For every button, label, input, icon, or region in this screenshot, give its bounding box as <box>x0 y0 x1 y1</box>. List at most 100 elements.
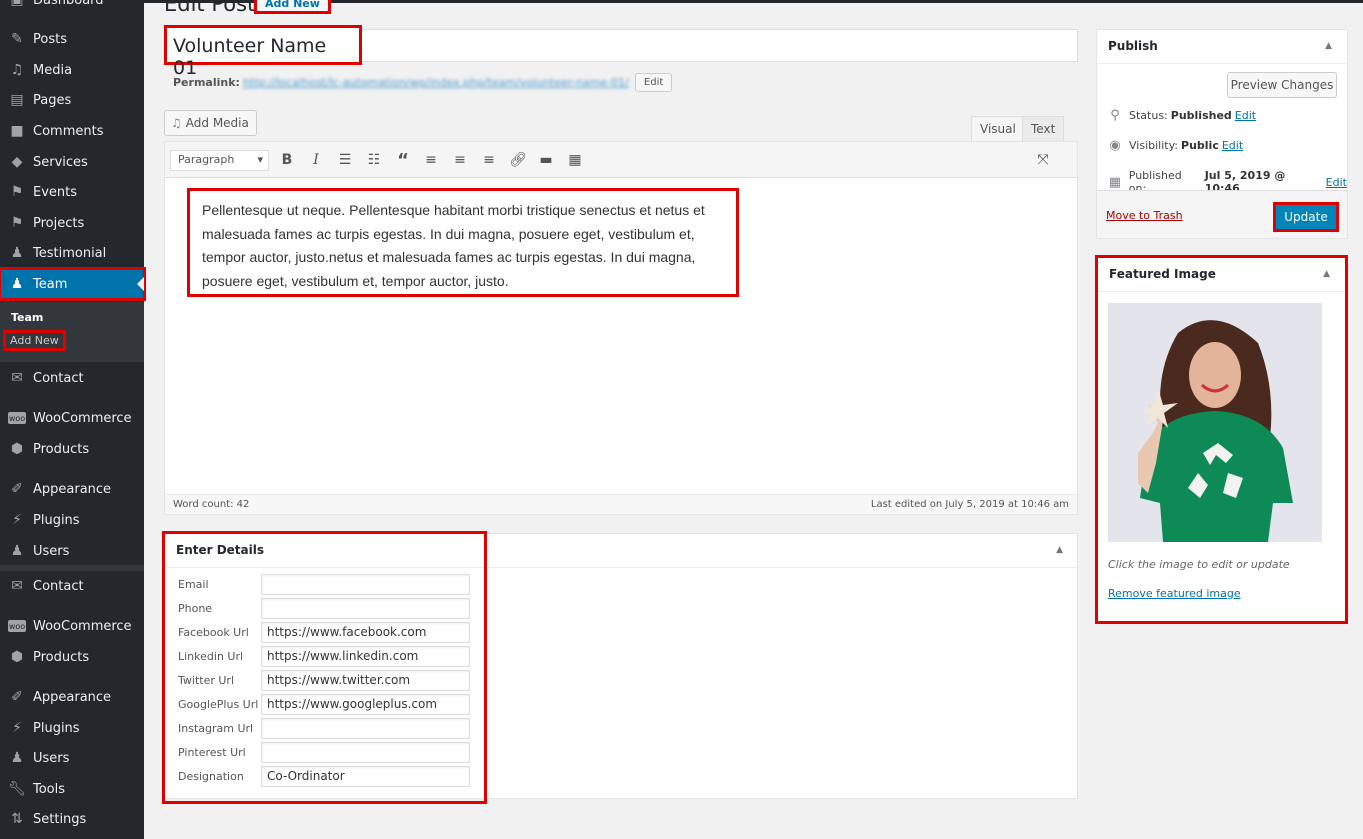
eye-icon: ◉ <box>1109 138 1121 153</box>
editor-status-bar: Word count: 42 Last edited on July 5, 20… <box>165 494 1077 514</box>
sidebar-item-posts[interactable]: ✎ Posts <box>0 24 144 54</box>
align-right-icon[interactable]: ≡ <box>478 150 500 170</box>
sidebar-item-woocommerce[interactable]: woo WooCommerce <box>0 403 144 433</box>
visibility-value: Public <box>1181 139 1219 152</box>
bold-icon[interactable]: B <box>276 150 298 170</box>
word-count: Word count: 42 <box>173 499 250 510</box>
sidebar-item-tools[interactable]: 🔧︎ Tools <box>0 774 144 804</box>
edit-date-link[interactable]: Edit <box>1326 176 1347 189</box>
sidebar-item-dashboard[interactable]: ▣ Dashboard <box>0 0 144 15</box>
woo-icon: woo <box>8 412 26 424</box>
edit-visibility-link[interactable]: Edit <box>1222 139 1243 152</box>
sidebar-item-woocommerce-2[interactable]: woo WooCommerce <box>0 611 144 641</box>
sidebar-item-services[interactable]: ◆ Services <box>0 147 144 177</box>
status-row: ⚲ Status: Published Edit <box>1106 108 1256 123</box>
pin-icon: ✎ <box>11 31 23 47</box>
sidebar-item-users[interactable]: ♟ Users <box>0 536 144 566</box>
italic-icon[interactable]: I <box>305 150 327 170</box>
sidebar-item-products[interactable]: ⬢ Products <box>0 434 144 464</box>
mail-icon: ✉ <box>11 370 23 386</box>
permalink-link[interactable]: http://localhost/lc-automation/wp/index.… <box>243 76 631 89</box>
sidebar-item-projects[interactable]: ⚑ Projects <box>0 208 144 238</box>
align-left-icon[interactable]: ≡ <box>420 150 442 170</box>
media-icon: ♫ <box>171 116 182 130</box>
sidebar-item-appearance[interactable]: ✐ Appearance <box>0 474 144 504</box>
link-icon[interactable]: 🔗︎ <box>507 150 529 170</box>
post-title-input[interactable]: Volunteer Name 01 <box>164 25 362 79</box>
sidebar-item-contact[interactable]: ✉ Contact <box>0 363 144 393</box>
sidebar-item-users-2[interactable]: ♟ Users <box>0 743 144 773</box>
fullscreen-icon[interactable]: ⤧ <box>1032 150 1054 170</box>
mortarboard-icon: ⚑ <box>10 184 24 200</box>
featured-image[interactable] <box>1108 303 1322 542</box>
publish-title: Publish <box>1108 39 1158 53</box>
sidebar-item-pages[interactable]: ▤ Pages <box>0 85 144 115</box>
publish-metabox: Publish ▲ Preview Changes ⚲ Status: Publi… <box>1096 29 1348 239</box>
add-media-button[interactable]: ♫ Add Media <box>164 110 257 136</box>
bullet-list-icon[interactable]: ☰ <box>334 150 356 170</box>
tag-icon: ◆ <box>11 154 23 170</box>
last-edited: Last edited on July 5, 2019 at 10:46 am <box>870 499 1069 510</box>
box-icon: ⬢ <box>10 649 24 665</box>
sidebar-item-contact-2[interactable]: ✉ Contact <box>0 571 144 601</box>
format-select[interactable]: Paragraph <box>170 150 269 171</box>
add-new-button[interactable]: Add New <box>254 0 331 14</box>
settings-icon: ⇅ <box>11 811 23 827</box>
permalink-edit-button[interactable]: Edit <box>634 73 673 92</box>
featured-image-title: Featured Image <box>1109 267 1216 281</box>
permalink-label: Permalink: <box>173 76 240 89</box>
paintbrush-icon: ✐ <box>11 689 23 705</box>
collapse-toggle-icon[interactable]: ▲ <box>1325 41 1332 51</box>
read-more-icon[interactable]: ▬ <box>535 150 557 170</box>
edit-status-link[interactable]: Edit <box>1235 109 1256 122</box>
wrench-icon: 🔧︎ <box>8 781 26 797</box>
sidebar-item-products-2[interactable]: ⬢ Products <box>0 642 144 672</box>
page-title: Edit Post <box>164 0 256 16</box>
user-icon: ♟ <box>10 750 24 766</box>
box-icon: ⬢ <box>10 441 24 457</box>
visibility-row: ◉ Visibility: Public Edit <box>1106 138 1243 153</box>
preview-changes-button[interactable]: Preview Changes <box>1227 72 1337 98</box>
sidebar-item-team[interactable]: ♟ Team <box>0 267 146 301</box>
plug-icon: ⚡ <box>12 512 22 528</box>
tab-visual[interactable]: Visual <box>971 116 1025 141</box>
submenu-team[interactable]: Team <box>11 311 43 324</box>
update-button[interactable]: Update <box>1273 202 1339 232</box>
collapse-toggle-icon[interactable]: ▲ <box>1323 269 1330 279</box>
toolbar-toggle-icon[interactable]: ▦ <box>564 150 586 170</box>
admin-sidebar: ▣ Dashboard ✎ Posts ♫ Media ▤ Pages ■ Comment… <box>0 0 146 839</box>
comment-icon: ■ <box>10 123 24 139</box>
status-value: Published <box>1170 109 1232 122</box>
blockquote-icon[interactable]: “ <box>392 150 414 171</box>
sidebar-item-plugins[interactable]: ⚡ Plugins <box>0 505 144 535</box>
featured-image-photo <box>1108 303 1322 542</box>
team-submenu: Team Add New <box>0 302 144 362</box>
numbered-list-icon[interactable]: ☷ <box>363 150 385 170</box>
user-icon: ♟ <box>10 245 24 261</box>
publish-divider <box>1097 63 1347 64</box>
dashboard-icon: ▣ <box>10 0 24 8</box>
editor-toolbar: Paragraph B I ☰ ☷ “ ≡ ≡ ≡ 🔗︎ ▬ ▦ ⤧ <box>165 142 1077 178</box>
sidebar-item-media[interactable]: ♫ Media <box>0 55 144 85</box>
move-to-trash-link[interactable]: Move to Trash <box>1106 209 1183 222</box>
pages-icon: ▤ <box>10 92 24 108</box>
collapse-toggle-icon[interactable]: ▲ <box>1056 545 1063 555</box>
sidebar-item-comments[interactable]: ■ Comments <box>0 116 144 146</box>
remove-featured-image-link[interactable]: Remove featured image <box>1108 587 1241 600</box>
mortarboard-icon: ⚑ <box>10 215 24 231</box>
content-editor: Paragraph B I ☰ ☷ “ ≡ ≡ ≡ 🔗︎ ▬ ▦ ⤧ Pelle… <box>164 141 1078 515</box>
featured-divider <box>1098 291 1345 292</box>
align-center-icon[interactable]: ≡ <box>449 150 471 170</box>
sidebar-item-plugins-2[interactable]: ⚡ Plugins <box>0 713 144 743</box>
sidebar-item-events[interactable]: ⚑ Events <box>0 177 144 207</box>
calendar-icon: ▦ <box>1108 174 1122 190</box>
post-content[interactable]: Pellentesque ut neque. Pellentesque habi… <box>187 188 739 297</box>
submenu-add-new[interactable]: Add New <box>3 330 66 351</box>
pin-icon: ⚲ <box>1110 108 1120 123</box>
featured-image-caption: Click the image to edit or update <box>1108 558 1290 571</box>
sidebar-item-appearance-2[interactable]: ✐ Appearance <box>0 682 144 712</box>
tab-text[interactable]: Text <box>1022 116 1065 141</box>
paintbrush-icon: ✐ <box>11 481 23 497</box>
sidebar-item-settings[interactable]: ⇅ Settings <box>0 804 144 834</box>
sidebar-item-testimonial[interactable]: ♟ Testimonial <box>0 238 144 268</box>
